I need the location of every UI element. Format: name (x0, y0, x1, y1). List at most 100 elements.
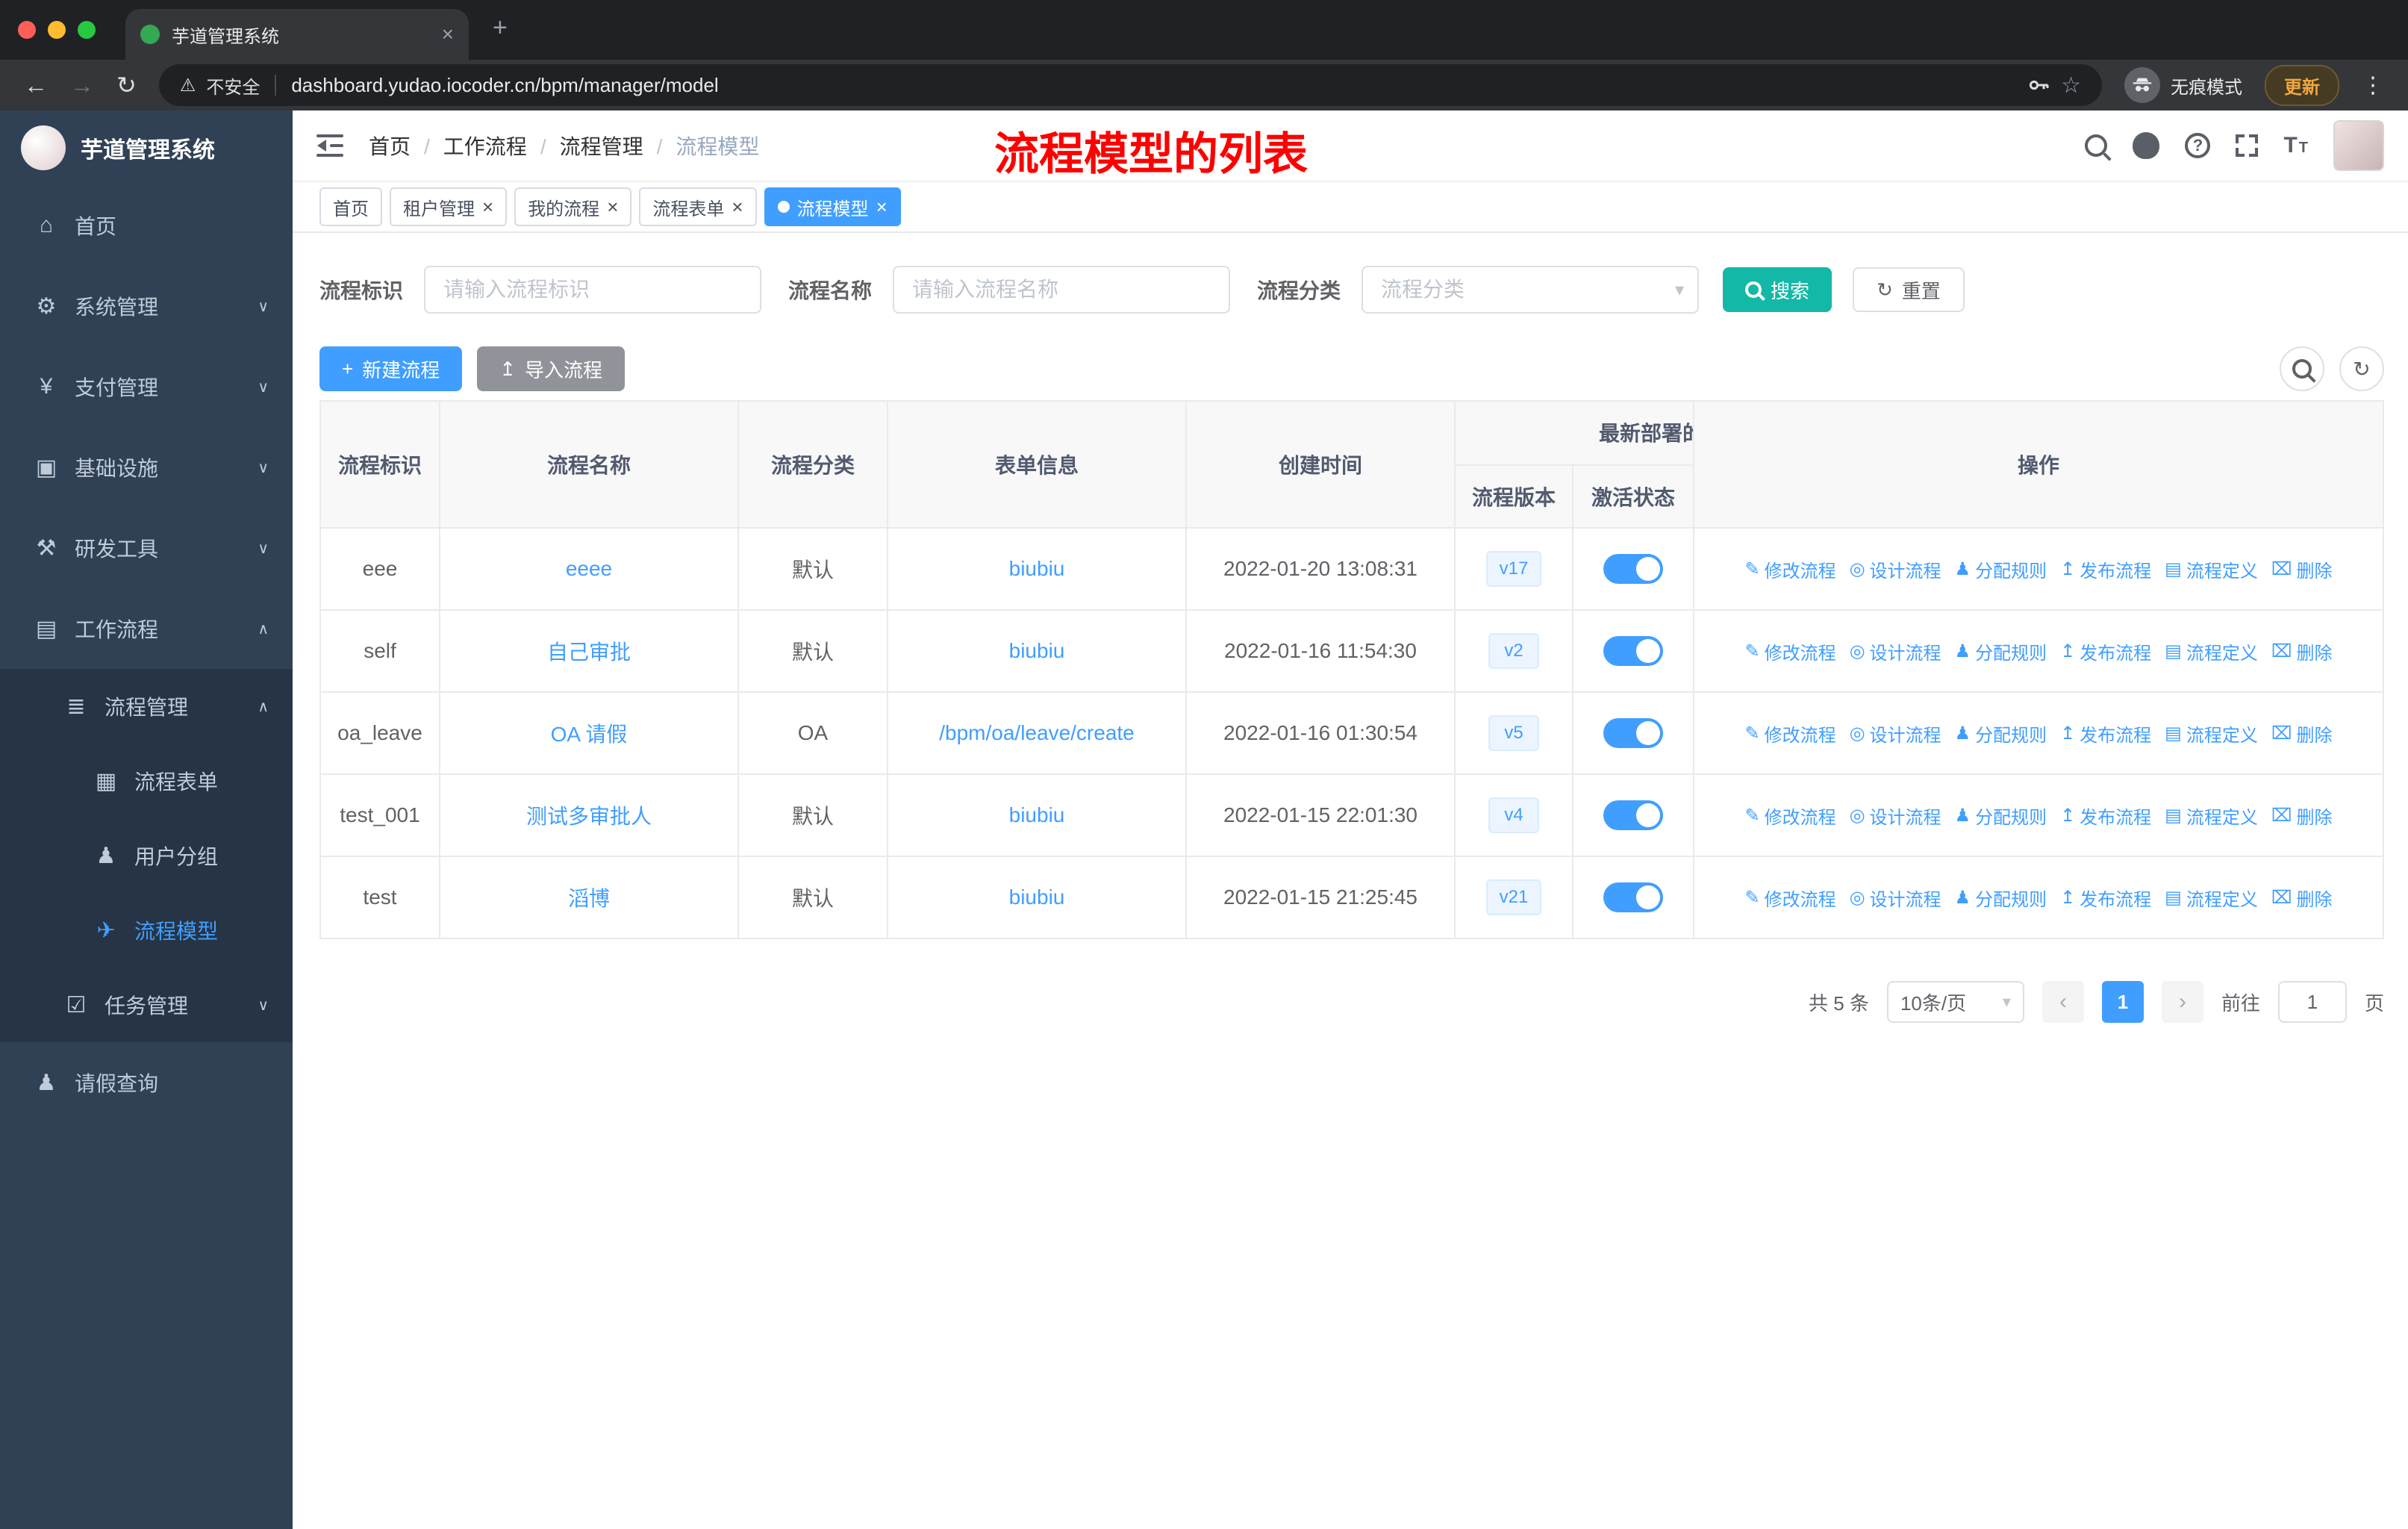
process-name-link[interactable]: 自己审批 (547, 641, 631, 664)
process-name-input[interactable] (893, 266, 1231, 314)
reset-button[interactable]: ↻ 重置 (1853, 267, 1965, 312)
tag-close-icon[interactable]: × (482, 197, 493, 217)
active-toggle[interactable] (1603, 882, 1663, 912)
sidebar-menu-item[interactable]: ✈ 流程模型 (0, 893, 293, 968)
row-action-link[interactable]: ✎ 修改流程 (1744, 885, 1835, 911)
row-action-link[interactable]: ◎ 设计流程 (1850, 638, 1941, 664)
refresh-table-button[interactable]: ↻ (2339, 346, 2384, 391)
row-action-link[interactable]: ◎ 设计流程 (1850, 556, 1941, 582)
next-page-button[interactable]: › (2161, 981, 2203, 1023)
goto-page-input[interactable] (2277, 981, 2347, 1023)
sidebar-menu-item[interactable]: ☑ 任务管理 ∨ (0, 968, 293, 1042)
sidebar-menu-item[interactable]: ¥ 支付管理 ∨ (0, 346, 293, 427)
row-action-link[interactable]: ♟ 分配规则 (1955, 638, 2047, 664)
tag-item[interactable]: 我的流程 × (514, 187, 632, 226)
github-icon[interactable] (2133, 132, 2160, 159)
row-action-link[interactable]: ↥ 发布流程 (2060, 803, 2151, 829)
tag-close-icon[interactable]: × (607, 197, 618, 217)
import-process-button[interactable]: ↥ 导入流程 (477, 346, 626, 391)
sidebar-menu-item[interactable]: ♟ 请假查询 (0, 1042, 293, 1123)
new-tab-button[interactable]: + (493, 13, 508, 43)
row-action-link[interactable]: ▤ 流程定义 (2165, 803, 2258, 829)
window-close-button[interactable] (18, 21, 36, 39)
sidebar-menu-item[interactable]: ⚙ 系统管理 ∨ (0, 266, 293, 346)
search-icon[interactable] (2085, 134, 2108, 157)
row-action-link[interactable]: ↥ 发布流程 (2060, 638, 2151, 664)
sidebar-menu-item[interactable]: ♟ 用户分组 (0, 818, 293, 893)
process-category-select[interactable]: ▾ (1361, 266, 1700, 314)
process-name-link[interactable]: OA 请假 (551, 723, 628, 746)
address-bar[interactable]: ⚠ 不安全 dashboard.yudao.iocoder.cn/bpm/man… (158, 64, 2102, 106)
row-action-link[interactable]: ↥ 发布流程 (2060, 720, 2151, 747)
form-info-link[interactable]: biubiu (1009, 885, 1065, 909)
row-action-link[interactable]: ◎ 设计流程 (1850, 885, 1941, 911)
prev-page-button[interactable]: ‹ (2042, 981, 2084, 1023)
tag-item[interactable]: 流程模型 × (764, 187, 901, 226)
tag-close-icon[interactable]: × (876, 197, 888, 217)
forward-button[interactable]: → (70, 73, 94, 97)
font-size-icon[interactable]: TT (2283, 134, 2308, 157)
update-button[interactable]: 更新 (2265, 64, 2339, 106)
row-action-link[interactable]: ♟ 分配规则 (1955, 556, 2047, 582)
row-action-link[interactable]: ◎ 设计流程 (1850, 720, 1941, 747)
bookmark-star-icon[interactable]: ☆ (2061, 72, 2081, 99)
form-info-link[interactable]: /bpm/oa/leave/create (939, 721, 1135, 744)
row-action-link[interactable]: ♟ 分配规则 (1955, 885, 2047, 911)
row-action-link[interactable]: ▤ 流程定义 (2165, 885, 2258, 911)
row-action-link[interactable]: ✎ 修改流程 (1744, 556, 1835, 582)
page-size-select[interactable]: 10条/页 ▾ (1886, 981, 2024, 1023)
row-action-link[interactable]: ✎ 修改流程 (1744, 720, 1835, 747)
tag-item[interactable]: 租户管理 × (390, 187, 508, 226)
process-name-link[interactable]: 测试多审批人 (526, 805, 652, 828)
row-action-link[interactable]: ✎ 修改流程 (1744, 803, 1835, 829)
reload-button[interactable]: ↻ (116, 73, 137, 97)
sidebar-menu-item[interactable]: ▤ 工作流程 ∧ (0, 588, 293, 669)
collapse-sidebar-button[interactable] (316, 133, 346, 158)
tab-close-icon[interactable]: × (442, 22, 454, 46)
breadcrumb-item[interactable]: 流程管理 (560, 131, 676, 161)
breadcrumb-item[interactable]: 工作流程 (443, 131, 560, 161)
sidebar-menu-item[interactable]: ▦ 流程表单 (0, 744, 293, 818)
row-action-link[interactable]: ✎ 修改流程 (1744, 638, 1835, 664)
window-zoom-button[interactable] (78, 21, 96, 39)
row-action-link[interactable]: ⌧ 删除 (2271, 803, 2333, 829)
row-action-link[interactable]: ♟ 分配规则 (1955, 720, 2047, 747)
row-action-link[interactable]: ◎ 设计流程 (1850, 803, 1941, 829)
form-info-link[interactable]: biubiu (1009, 803, 1065, 826)
search-button[interactable]: 搜索 (1723, 267, 1832, 312)
active-toggle[interactable] (1603, 554, 1663, 584)
breadcrumb-item[interactable]: 首页 (369, 131, 443, 161)
row-action-link[interactable]: ▤ 流程定义 (2165, 556, 2258, 582)
process-category-input[interactable] (1361, 266, 1700, 314)
process-name-link[interactable]: eeee (566, 557, 612, 580)
active-toggle[interactable] (1603, 636, 1663, 666)
breadcrumb-item[interactable]: 流程模型 (676, 131, 759, 161)
back-button[interactable]: ← (24, 73, 48, 97)
row-action-link[interactable]: ♟ 分配规则 (1955, 803, 2047, 829)
active-toggle[interactable] (1603, 718, 1663, 748)
form-info-link[interactable]: biubiu (1009, 557, 1065, 580)
row-action-link[interactable]: ⌧ 删除 (2271, 720, 2333, 747)
row-action-link[interactable]: ↥ 发布流程 (2060, 556, 2151, 582)
sidebar-menu-item[interactable]: ≣ 流程管理 ∧ (0, 669, 293, 744)
row-action-link[interactable]: ↥ 发布流程 (2060, 885, 2151, 911)
url-text[interactable]: dashboard.yudao.iocoder.cn/bpm/manager/m… (291, 74, 2016, 97)
process-id-input[interactable] (424, 266, 762, 314)
sidebar-menu-item[interactable]: ▣ 基础设施 ∨ (0, 427, 293, 508)
user-avatar[interactable] (2333, 120, 2384, 171)
fullscreen-icon[interactable] (2236, 134, 2259, 157)
browser-menu-icon[interactable]: ⋮ (2362, 72, 2384, 99)
form-info-link[interactable]: biubiu (1009, 639, 1065, 662)
current-page[interactable]: 1 (2101, 981, 2144, 1023)
sidebar-menu-item[interactable]: ⌂ 首页 (0, 185, 293, 266)
row-action-link[interactable]: ⌧ 删除 (2271, 556, 2333, 582)
sidebar-menu-item[interactable]: ⚒ 研发工具 ∨ (0, 508, 293, 588)
row-action-link[interactable]: ⌧ 删除 (2271, 885, 2333, 911)
window-minimize-button[interactable] (48, 21, 66, 39)
tag-close-icon[interactable]: × (732, 197, 743, 217)
row-action-link[interactable]: ▤ 流程定义 (2165, 638, 2258, 664)
tag-item[interactable]: 首页 (319, 187, 382, 226)
toggle-search-button[interactable] (2280, 346, 2324, 391)
create-process-button[interactable]: + 新建流程 (319, 346, 463, 391)
row-action-link[interactable]: ⌧ 删除 (2271, 638, 2333, 664)
